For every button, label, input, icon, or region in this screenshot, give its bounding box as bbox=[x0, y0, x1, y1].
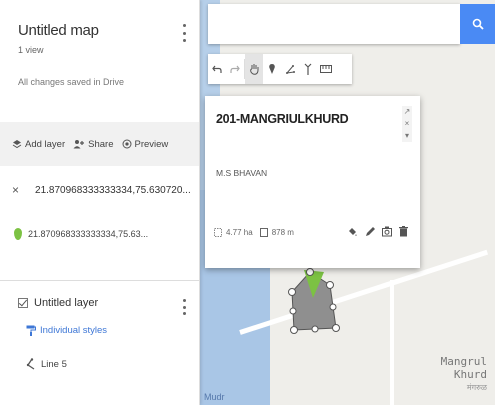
hand-icon bbox=[249, 64, 258, 75]
perimeter-value: 878 m bbox=[271, 228, 294, 237]
kebab-dot bbox=[182, 39, 186, 42]
green-marker-icon bbox=[14, 228, 22, 240]
individual-styles-link[interactable]: Individual styles bbox=[26, 325, 181, 336]
vertex-handle[interactable] bbox=[288, 288, 296, 296]
view-count: 1 view bbox=[18, 45, 44, 55]
kebab-dot bbox=[182, 305, 186, 309]
sidebar-header: Untitled map 1 view All changes saved in… bbox=[0, 0, 199, 122]
expand-icon: ↗ bbox=[403, 107, 411, 116]
preview-eye-icon bbox=[122, 139, 131, 149]
close-icon[interactable]: × bbox=[12, 183, 19, 197]
redo-button[interactable] bbox=[226, 54, 244, 84]
sidebar-actions: Add layer Share Preview bbox=[0, 122, 199, 166]
paint-bucket-icon[interactable] bbox=[347, 226, 358, 237]
map-search-input[interactable] bbox=[208, 4, 460, 44]
vertex-handle[interactable] bbox=[332, 324, 340, 332]
search-icon bbox=[472, 18, 484, 30]
edit-pencil-icon[interactable] bbox=[365, 226, 375, 237]
ruler-icon bbox=[320, 65, 332, 73]
individual-styles-label: Individual styles bbox=[40, 325, 108, 336]
share-label: Share bbox=[88, 138, 114, 150]
close-icon: × bbox=[404, 119, 410, 128]
layer-item-line[interactable]: Line 5 bbox=[26, 358, 181, 370]
line-icon bbox=[26, 358, 35, 370]
save-status: All changes saved in Drive bbox=[18, 77, 125, 87]
share-person-icon bbox=[73, 140, 85, 149]
layer-title[interactable]: Untitled layer bbox=[34, 297, 98, 309]
layer-visibility-checkbox[interactable] bbox=[18, 298, 28, 308]
directions-button[interactable] bbox=[299, 54, 317, 84]
add-layer-icon bbox=[12, 140, 22, 149]
map-title[interactable]: Untitled map bbox=[18, 22, 181, 39]
directions-icon bbox=[304, 63, 312, 75]
chevron-down-icon: ▾ bbox=[404, 131, 409, 140]
feature-info-card: 201-MANGRIULKHURD ↗ × ▾ M.S BHAVAN 4.77 … bbox=[205, 96, 420, 268]
polygon-icon bbox=[285, 64, 295, 74]
card-actions bbox=[347, 226, 408, 237]
area-value: 4.77 ha bbox=[226, 228, 253, 237]
water-label: Mudr bbox=[204, 392, 225, 402]
search-query-text: 21.870968333333334,75.630720... bbox=[35, 184, 191, 196]
search-result-row[interactable]: × 21.870968333333334,75.630720... bbox=[0, 166, 199, 214]
paint-roller-icon bbox=[26, 325, 36, 336]
town-label-local: मंगरुळ bbox=[466, 383, 487, 392]
map-toolbar bbox=[208, 54, 352, 84]
search-button[interactable] bbox=[460, 4, 495, 44]
feature-title: 201-MANGRIULKHURD bbox=[216, 112, 349, 126]
kebab-dot bbox=[182, 299, 186, 302]
preview-button[interactable]: Preview bbox=[122, 138, 169, 150]
trash-icon[interactable] bbox=[399, 226, 408, 237]
vertex-handle[interactable] bbox=[326, 281, 334, 289]
layer-section: Untitled layer Individual styles Line 5 bbox=[0, 281, 199, 370]
result-label: 21.870968333333334,75.63... bbox=[28, 229, 149, 239]
measure-button[interactable] bbox=[317, 54, 335, 84]
kebab-dot bbox=[182, 24, 186, 27]
map-sidebar: Untitled map 1 view All changes saved in… bbox=[0, 0, 200, 405]
share-button[interactable]: Share bbox=[73, 138, 114, 150]
area-icon bbox=[214, 228, 222, 237]
feature-measurements: 4.77 ha 878 m bbox=[214, 228, 294, 237]
kebab-dot bbox=[182, 31, 186, 35]
add-layer-label: Add layer bbox=[25, 138, 66, 150]
add-marker-button[interactable] bbox=[263, 54, 281, 84]
camera-icon[interactable] bbox=[382, 226, 392, 237]
town-label: Mangrul Khurd मंगरुळ bbox=[441, 355, 487, 394]
vertex-handle[interactable] bbox=[306, 268, 314, 276]
add-layer-button[interactable]: Add layer bbox=[12, 139, 65, 150]
perimeter-icon bbox=[259, 228, 268, 237]
map-options-button[interactable] bbox=[181, 24, 187, 42]
redo-icon bbox=[230, 65, 240, 73]
vertex-handle[interactable] bbox=[289, 307, 297, 315]
search-result-item[interactable]: 21.870968333333334,75.63... bbox=[0, 214, 199, 254]
town-label-line1: Mangrul bbox=[440, 355, 487, 368]
road bbox=[390, 280, 394, 405]
vertex-handle[interactable] bbox=[329, 303, 337, 311]
undo-icon bbox=[212, 65, 222, 73]
layer-header[interactable]: Untitled layer bbox=[18, 297, 181, 309]
layer-options-button[interactable] bbox=[181, 299, 187, 315]
vertex-handle[interactable] bbox=[290, 326, 298, 334]
preview-label: Preview bbox=[134, 138, 169, 150]
town-label-line2: Khurd bbox=[453, 368, 487, 381]
kebab-dot bbox=[182, 312, 186, 315]
expand-card-button[interactable]: ↗ × ▾ bbox=[402, 106, 412, 142]
marker-icon bbox=[269, 63, 275, 74]
undo-button[interactable] bbox=[208, 54, 226, 84]
layer-item-label: Line 5 bbox=[41, 358, 67, 370]
vertex-handle[interactable] bbox=[311, 325, 319, 333]
draw-line-button[interactable] bbox=[281, 54, 299, 84]
feature-description: M.S BHAVAN bbox=[216, 168, 268, 178]
hand-tool-button[interactable] bbox=[245, 54, 263, 84]
